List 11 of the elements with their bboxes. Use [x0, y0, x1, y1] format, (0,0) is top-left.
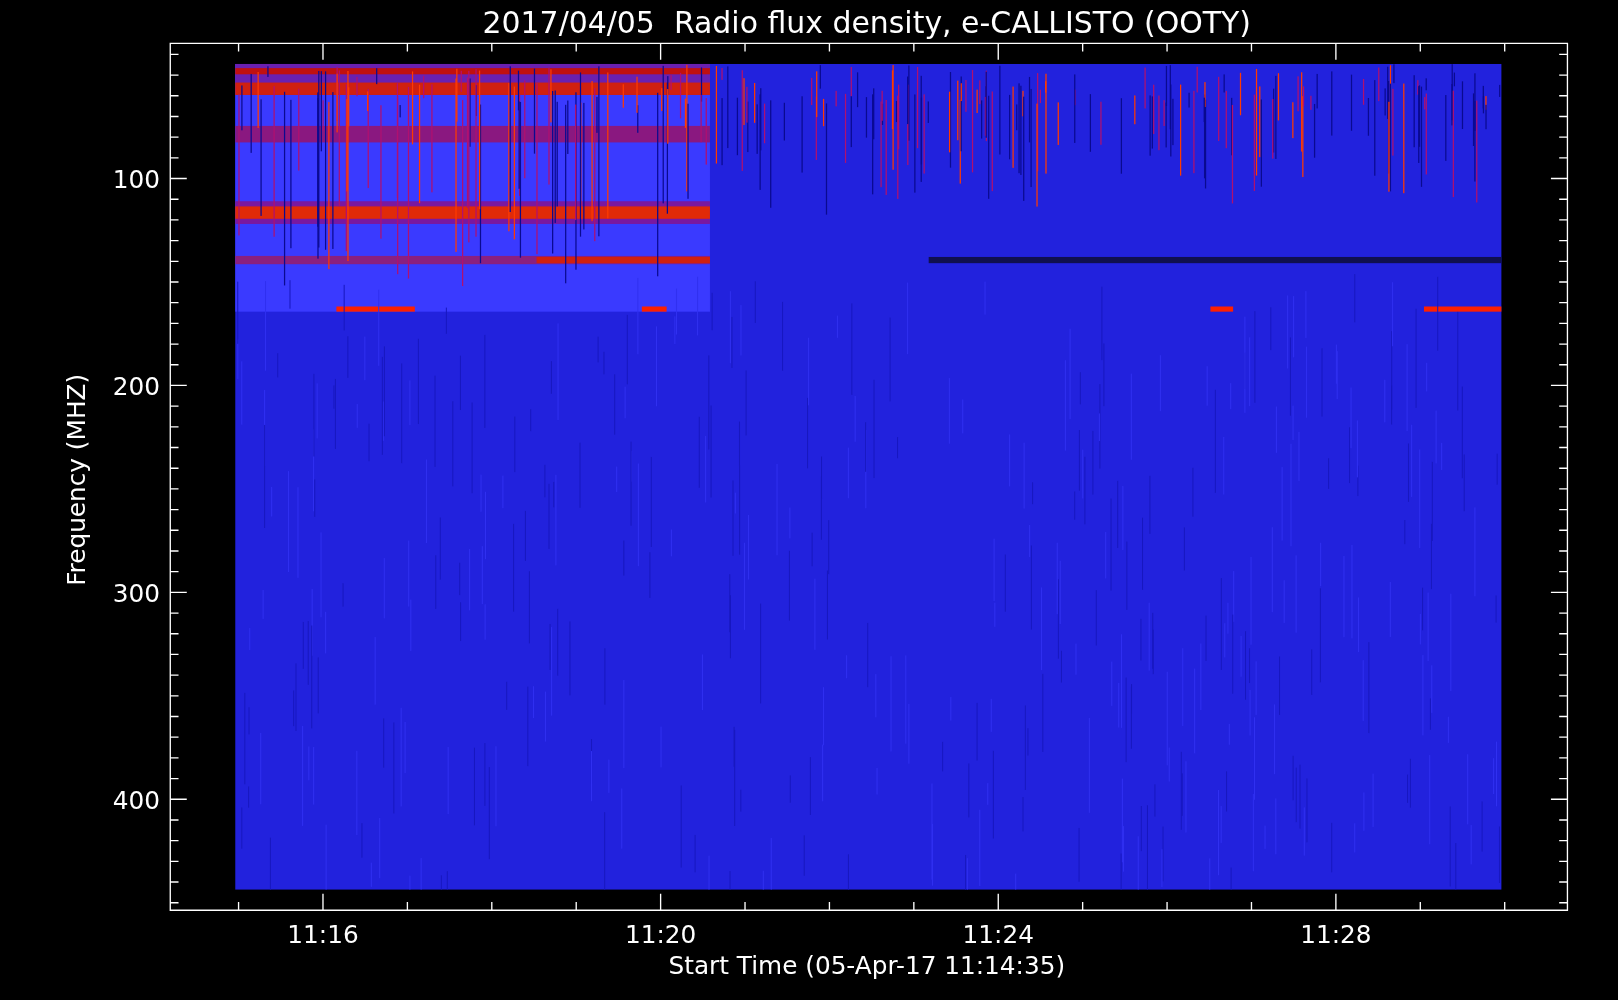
x-tick-label: 11:16 [287, 920, 359, 950]
chart-title: 2017/04/05 Radio flux density, e-CALLISTO (OOTY) [482, 5, 1251, 40]
y-axis-label: Frequency (MHZ) [61, 373, 91, 586]
x-tick-label: 11:20 [624, 920, 697, 950]
y-tick-label: 400 [112, 785, 160, 815]
x-axis-label: Start Time (05-Apr-17 11:14:35) [668, 951, 1066, 981]
x-tick-label: 11:24 [962, 920, 1034, 950]
y-tick-label: 100 [112, 164, 160, 194]
x-tick-label: 11:28 [1300, 920, 1372, 950]
y-tick-label: 300 [112, 578, 160, 608]
y-tick-label: 200 [112, 371, 160, 401]
